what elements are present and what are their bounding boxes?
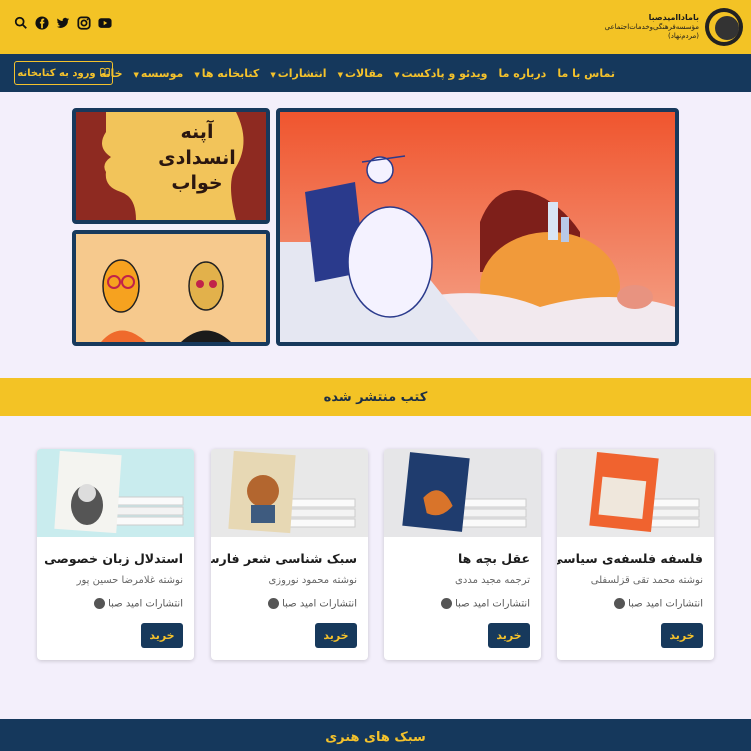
book-card[interactable]: استدلال زبان خصوصی نوشته غلامرضا حسین پو…: [37, 449, 194, 660]
nav-menu: خانه موسسه▼ کتابخانه ها▼ انتشارات▼ مقالا…: [100, 54, 615, 92]
book-cover[interactable]: [37, 449, 194, 537]
hero-banner-faces[interactable]: [72, 230, 270, 346]
nav-item-contact[interactable]: تماس با ما: [557, 67, 615, 80]
brand-text: باماداامیدصبا مؤسسه‌فرهنگی‌وخدمات‌اجتماع…: [605, 13, 699, 41]
buy-button[interactable]: خرید: [315, 623, 357, 648]
book-cover[interactable]: [384, 449, 541, 537]
login-label: ورود به کتابخانه: [17, 67, 96, 79]
section-header-published-books: کتب منتشر شده: [0, 378, 751, 416]
book-cover-image: [384, 449, 541, 537]
hero-side-illustration-2: [76, 234, 266, 342]
book-title[interactable]: سبک شناسی شعر فارسی: [211, 551, 357, 566]
hero-illustration: [280, 112, 675, 342]
book-publisher: انتشارات امید صبا: [390, 598, 530, 610]
poster-title: آپنه انسدادی خواب: [158, 121, 236, 195]
brand[interactable]: باماداامیدصبا مؤسسه‌فرهنگی‌وخدمات‌اجتماع…: [605, 6, 743, 48]
brand-logo[interactable]: [705, 8, 743, 46]
book-publisher: انتشارات امید صبا: [217, 598, 357, 610]
section-title: کتب منتشر شده: [323, 389, 428, 405]
brand-subtitle: مؤسسه‌فرهنگی‌وخدمات‌اجتماعی: [604, 23, 699, 32]
nav-item-institute[interactable]: موسسه▼: [134, 67, 184, 80]
publisher-logo-icon: [268, 598, 280, 609]
book-card[interactable]: سبک شناسی شعر فارسی نوشته محمود نوروزی ا…: [211, 449, 368, 660]
chevron-down-icon: ▼: [270, 70, 276, 79]
buy-button[interactable]: خرید: [488, 623, 530, 648]
facebook-icon[interactable]: [35, 16, 49, 30]
book-icon: [99, 67, 110, 80]
book-author: نوشته غلامرضا حسین پور: [76, 575, 183, 586]
section-title: سبک های هنری: [325, 730, 426, 745]
buy-button[interactable]: خرید: [661, 623, 703, 648]
hero-banner-sleep-apnea[interactable]: آپنه انسدادی خواب: [72, 108, 270, 224]
nav-item-publications[interactable]: انتشارات▼: [270, 67, 326, 80]
book-cover-image: [37, 449, 194, 537]
publisher-logo-icon: [441, 598, 453, 609]
chevron-down-icon: ▼: [133, 70, 139, 79]
nav-item-about[interactable]: درباره ما: [498, 67, 546, 80]
nav-item-libraries[interactable]: کتابخانه ها▼: [194, 67, 259, 80]
search-icon[interactable]: [14, 16, 28, 30]
book-title[interactable]: عقل بچه ها: [390, 551, 530, 566]
book-author: ترجمه مجید مددی: [455, 575, 530, 586]
twitter-icon[interactable]: [56, 16, 70, 30]
chevron-down-icon: ▼: [194, 70, 200, 79]
book-card[interactable]: عقل بچه ها ترجمه مجید مددی انتشارات امید…: [384, 449, 541, 660]
book-card[interactable]: فلسفه فلسفه‌ی سیاسی نوشته محمد تقی قزلسف…: [557, 449, 714, 660]
book-author: نوشته محمود نوروزی: [268, 575, 357, 586]
instagram-icon[interactable]: [77, 16, 91, 30]
chevron-down-icon: ▼: [337, 70, 343, 79]
buy-button[interactable]: خرید: [141, 623, 183, 648]
book-publisher: انتشارات امید صبا: [43, 598, 183, 610]
main-nav: خانه موسسه▼ کتابخانه ها▼ انتشارات▼ مقالا…: [0, 54, 751, 92]
book-cover-image: [557, 449, 714, 537]
book-cover-image: [211, 449, 368, 537]
book-cover[interactable]: [557, 449, 714, 537]
youtube-icon[interactable]: [98, 16, 112, 30]
book-cover[interactable]: [211, 449, 368, 537]
nav-item-video-podcast[interactable]: ویدئو و پادکست▼: [394, 67, 487, 80]
top-bar: باماداامیدصبا مؤسسه‌فرهنگی‌وخدمات‌اجتماع…: [0, 0, 751, 54]
publisher-logo-icon: [94, 598, 106, 609]
section-header-art-styles: سبک های هنری: [0, 719, 751, 751]
brand-subtitle-2: (مردم‌نهاد): [668, 32, 699, 40]
library-login-button[interactable]: ورود به کتابخانه: [14, 61, 113, 85]
book-title[interactable]: فلسفه فلسفه‌ی سیاسی: [557, 551, 703, 566]
brand-name: باماداامیدصبا: [648, 13, 699, 23]
chevron-down-icon: ▼: [394, 70, 400, 79]
hero-banner-main[interactable]: [276, 108, 679, 346]
book-title[interactable]: استدلال زبان خصوصی: [43, 551, 183, 566]
social-links: [14, 16, 112, 30]
nav-item-articles[interactable]: مقالات▼: [338, 67, 384, 80]
book-publisher: انتشارات امید صبا: [563, 598, 703, 610]
publisher-logo-icon: [614, 598, 626, 609]
book-author: نوشته محمد تقی قزلسفلی: [590, 575, 703, 586]
